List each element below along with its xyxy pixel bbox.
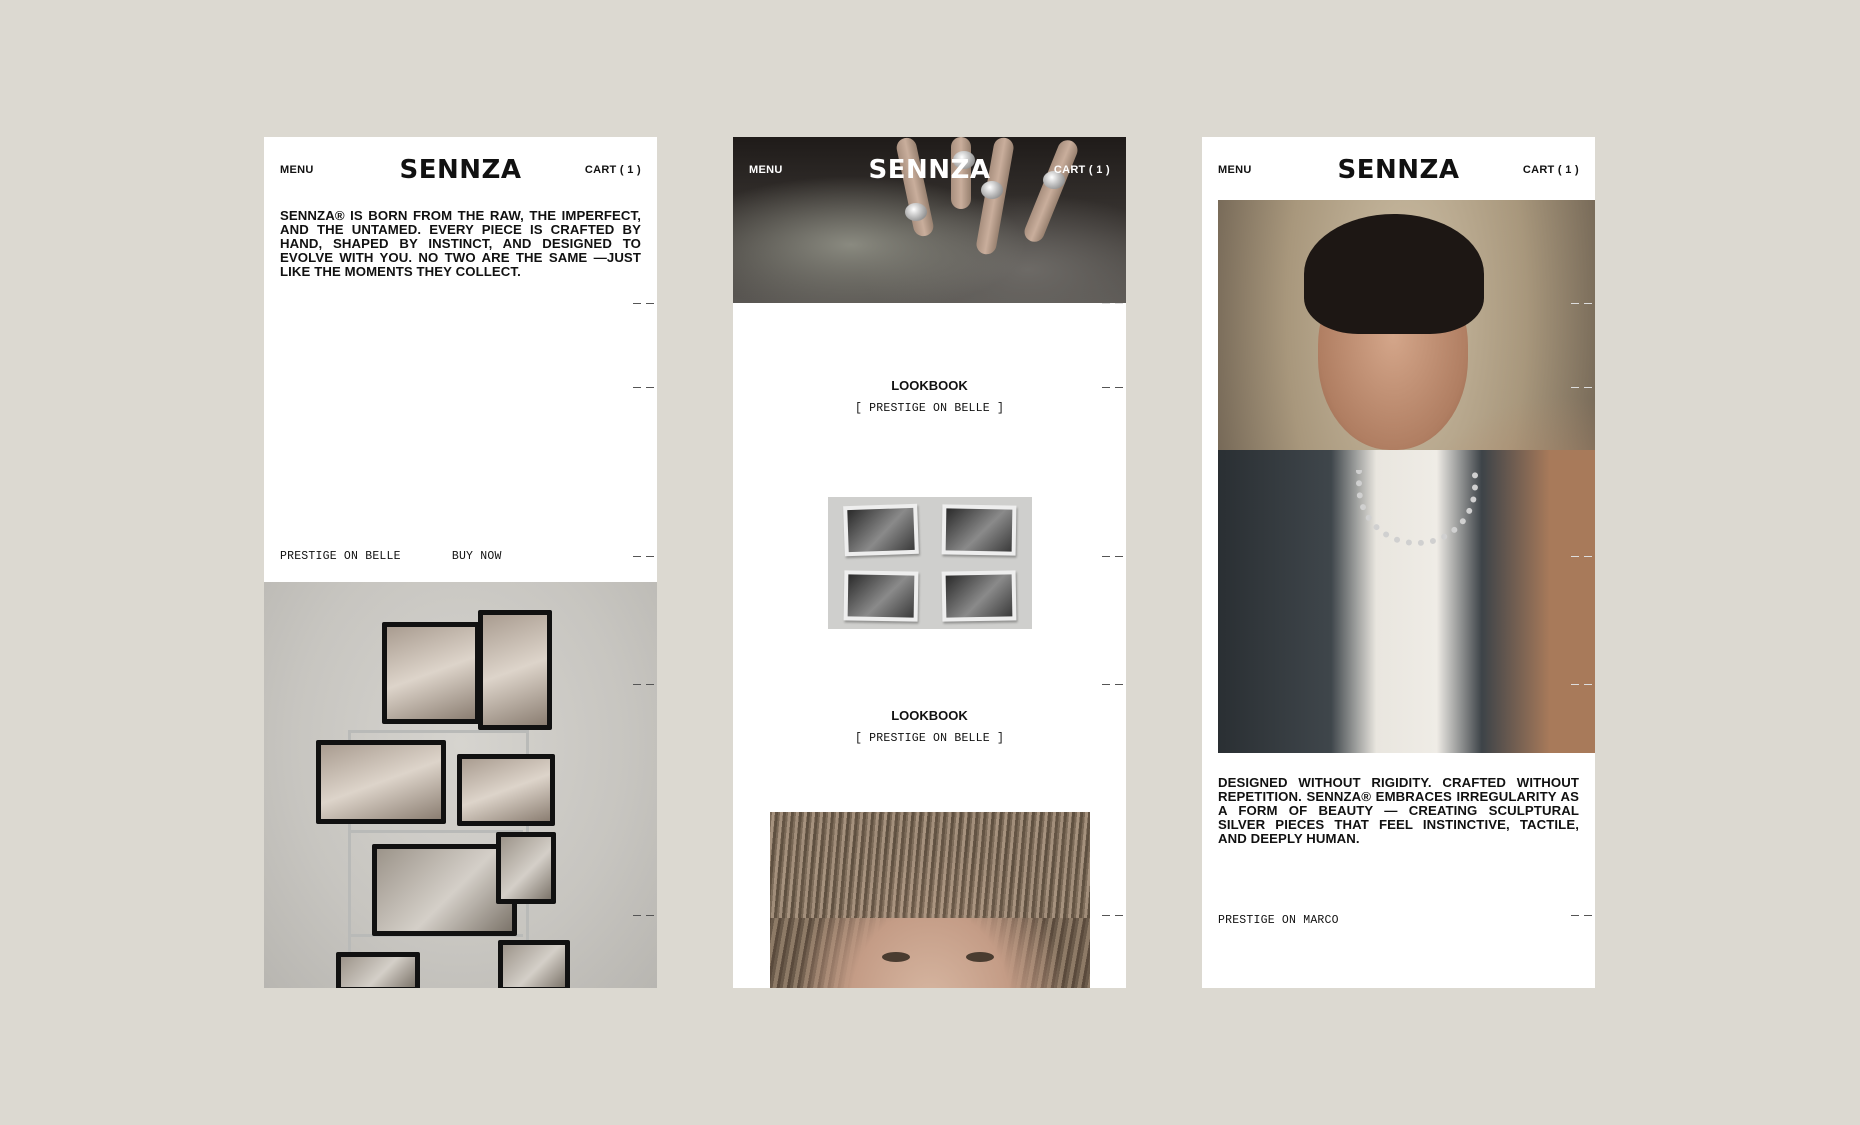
tv-screen [316, 740, 446, 824]
tick-mark [633, 387, 657, 388]
cart-button[interactable]: CART ( 1 ) [1523, 164, 1579, 176]
tv-screen [457, 754, 555, 826]
ring [905, 203, 927, 221]
about-text: DESIGNED WITHOUT RIGIDITY. CRAFTED WITHO… [1218, 775, 1579, 846]
tick-mark [633, 303, 657, 304]
cart-button[interactable]: CART ( 1 ) [1054, 164, 1110, 176]
lookbook-subtitle[interactable]: [ PRESTIGE ON BELLE ] [733, 732, 1126, 745]
tick-mark [633, 556, 657, 557]
photo-card [941, 504, 1017, 556]
tv-screen [382, 622, 480, 724]
hair [770, 812, 1090, 918]
header: MENU SENNZA CART ( 1 ) [733, 137, 1126, 201]
portrait-image-face[interactable] [770, 812, 1090, 988]
mobile-screen-home: MENU SENNZA CART ( 1 ) SENNZA® IS BORN F… [264, 137, 657, 988]
portrait-image-model-chain[interactable] [1218, 200, 1595, 753]
tick-mark [1102, 556, 1126, 557]
tv-screen [478, 610, 552, 730]
photo-card [843, 503, 919, 557]
mobile-screen-lookbook: MENU SENNZA CART ( 1 ) LOOKBOOK [ PRESTI… [733, 137, 1126, 988]
collection-link[interactable]: PRESTIGE ON MARCO [1218, 914, 1339, 927]
tick-mark [1102, 303, 1126, 304]
lookbook-title[interactable]: LOOKBOOK [733, 378, 1126, 393]
intro-text: SENNZA® IS BORN FROM THE RAW, THE IMPERF… [280, 208, 641, 279]
header: MENU SENNZA CART ( 1 ) [1202, 137, 1595, 201]
tv-screen [336, 952, 420, 988]
buy-now-link[interactable]: BUY NOW [452, 550, 502, 563]
header: MENU SENNZA CART ( 1 ) [264, 137, 657, 201]
hair [1304, 214, 1484, 334]
tv-screen [496, 832, 556, 904]
lookbook-image-grid[interactable] [828, 497, 1032, 629]
tick-mark [1102, 684, 1126, 685]
tick-mark [1571, 915, 1595, 916]
lookbook-title[interactable]: LOOKBOOK [733, 708, 1126, 723]
lookbook-subtitle[interactable]: [ PRESTIGE ON BELLE ] [733, 402, 1126, 415]
eye [882, 952, 910, 962]
photo-card [843, 570, 919, 622]
mobile-screen-about: MENU SENNZA CART ( 1 ) DESIGNED WITHOUT … [1202, 137, 1595, 988]
tv-screen [498, 940, 570, 988]
collection-link[interactable]: PRESTIGE ON BELLE [280, 550, 401, 563]
cart-button[interactable]: CART ( 1 ) [585, 164, 641, 176]
collection-links: PRESTIGE ON BELLE BUY NOW [280, 550, 546, 563]
photo-card [941, 570, 1017, 622]
tick-mark [1102, 915, 1126, 916]
hero-image-tv-shelf[interactable] [264, 582, 657, 988]
eye [966, 952, 994, 962]
